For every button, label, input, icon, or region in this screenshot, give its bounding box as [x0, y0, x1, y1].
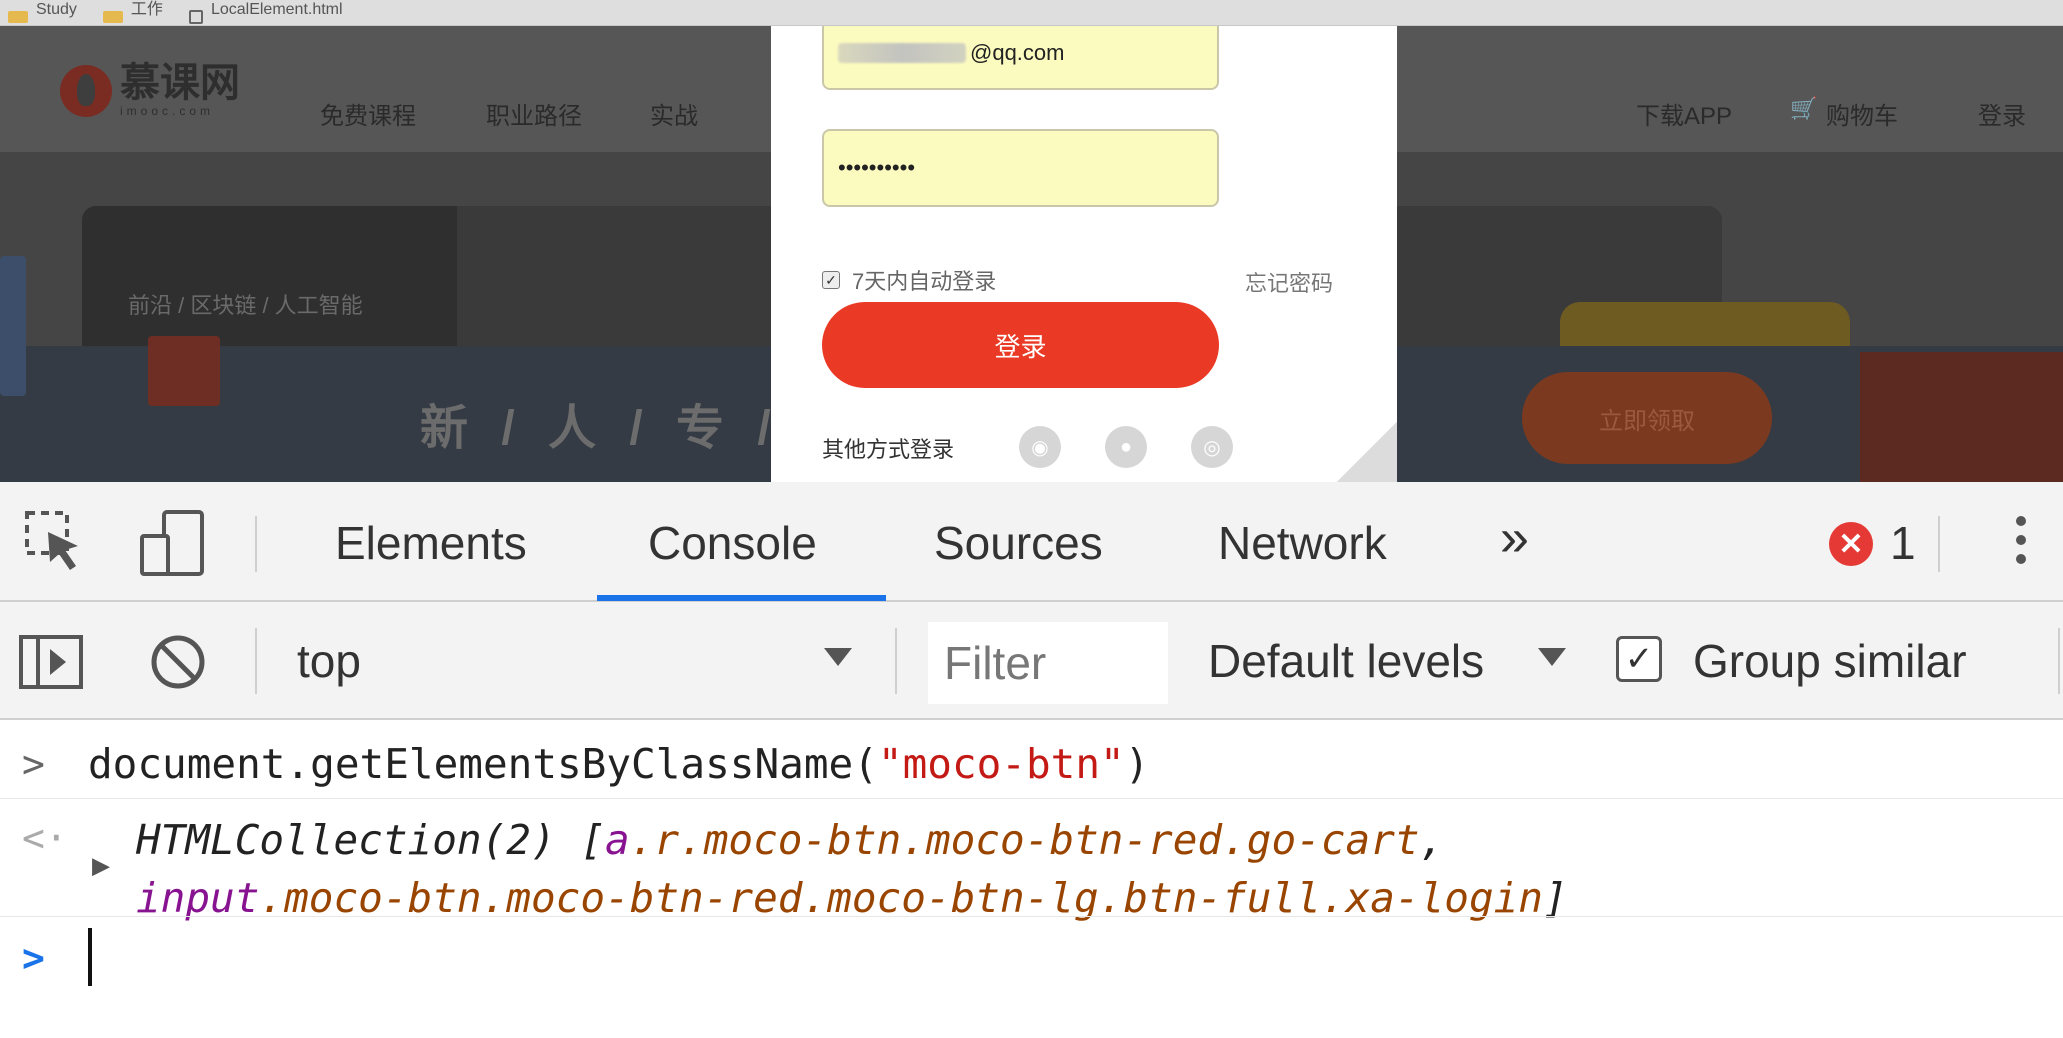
- text-cursor: [88, 928, 92, 986]
- result-arrow-icon: <·: [22, 816, 68, 860]
- console-output[interactable]: > document.getElementsByClassName("moco-…: [0, 720, 2063, 1038]
- devtools-tab-bar: Elements Console Sources Network » ✕ 1: [0, 482, 2063, 602]
- flame-logo-icon: [60, 65, 112, 117]
- dropdown-arrow-icon[interactable]: [822, 646, 854, 673]
- bookmarks-bar: Study 工作 LocalElement.html: [0, 0, 2063, 26]
- divider: [895, 628, 897, 694]
- weibo-icon[interactable]: ◎: [1191, 426, 1233, 468]
- console-toolbar: top Filter Default levels ✓ Group simila…: [0, 602, 2063, 720]
- logo-text: 慕课网: [120, 61, 240, 105]
- nav-login[interactable]: 登录: [1978, 96, 2026, 131]
- divider: [255, 516, 257, 572]
- divider: [2058, 628, 2060, 694]
- more-tabs-icon[interactable]: »: [1500, 508, 1529, 568]
- result-line-2[interactable]: input.moco-btn.moco-btn-red.moco-btn-lg.…: [136, 874, 1568, 922]
- divider: [255, 628, 257, 694]
- tab-network[interactable]: Network: [1218, 516, 1387, 570]
- item2-classes: .moco-btn.moco-btn-red.moco-btn-lg.btn-f…: [259, 874, 1543, 922]
- remember-label: 7天内自动登录: [852, 269, 997, 294]
- context-selector[interactable]: top: [297, 634, 361, 688]
- bookmark-local-element[interactable]: LocalElement.html: [188, 0, 343, 25]
- group-similar-label: Group similar: [1693, 635, 1967, 687]
- collection-head: HTMLCollection(2) [: [136, 816, 605, 864]
- collection-tail: ]: [1543, 874, 1568, 922]
- banner-claim-button[interactable]: 立即领取: [1522, 372, 1772, 464]
- bookmark-study[interactable]: Study: [8, 0, 77, 25]
- banner-category[interactable]: 前沿 / 区块链 / 人工智能: [128, 288, 363, 320]
- tab-console[interactable]: Console: [648, 516, 817, 570]
- more-options-icon[interactable]: [2016, 516, 2028, 573]
- item1-tag: a: [605, 816, 630, 864]
- console-command: document.getElementsByClassName("moco-bt…: [88, 740, 1149, 788]
- inspect-element-icon[interactable]: [24, 510, 86, 579]
- tab-elements[interactable]: Elements: [335, 516, 527, 570]
- nav-download-app[interactable]: 下载APP: [1636, 96, 1732, 131]
- nav-cart[interactable]: 购物车: [1826, 96, 1898, 131]
- error-count[interactable]: 1: [1890, 516, 1916, 570]
- devtools-panel: Elements Console Sources Network » ✕ 1 t…: [0, 482, 2063, 1038]
- item-comma: ,: [1419, 816, 1445, 864]
- wechat-icon[interactable]: ●: [1105, 426, 1147, 468]
- divider: [1938, 516, 1940, 572]
- email-field[interactable]: @qq.com: [822, 26, 1219, 90]
- password-mask: ••••••••••: [838, 155, 916, 180]
- error-icon[interactable]: ✕: [1829, 522, 1873, 566]
- banner-decoration-right: [1860, 352, 2063, 482]
- command-string: "moco-btn": [877, 740, 1125, 788]
- cart-icon[interactable]: 🛒: [1790, 96, 1817, 122]
- qr-corner-icon[interactable]: [1337, 422, 1397, 482]
- remember-checkbox[interactable]: ✓: [822, 271, 840, 289]
- nav-free-courses[interactable]: 免费课程: [320, 96, 416, 131]
- row-divider: [0, 798, 2063, 799]
- active-prompt-icon: >: [22, 936, 45, 980]
- folder-icon: [102, 11, 123, 23]
- logo-subtext: imooc.com: [120, 104, 215, 118]
- clear-console-icon[interactable]: [148, 632, 208, 697]
- nav-practice[interactable]: 实战: [650, 96, 698, 131]
- row-divider: [0, 916, 2063, 917]
- item2-tag: input: [136, 874, 260, 922]
- bookmark-label: LocalElement.html: [210, 1, 343, 18]
- input-prompt-icon: >: [22, 742, 45, 786]
- group-similar-checkbox[interactable]: ✓: [1616, 636, 1662, 682]
- remember-me[interactable]: ✓ 7天内自动登录: [822, 264, 996, 296]
- login-modal: @qq.com •••••••••• ✓ 7天内自动登录 忘记密码 登录 其他方…: [771, 26, 1397, 482]
- expand-triangle-icon[interactable]: ▶: [92, 848, 110, 883]
- command-text: document.getElementsByClassName(: [88, 740, 878, 788]
- other-login-label: 其他方式登录: [822, 437, 955, 462]
- bookmark-label: Study: [36, 1, 77, 18]
- filter-input[interactable]: Filter: [928, 622, 1168, 704]
- device-toolbar-icon[interactable]: [138, 508, 208, 583]
- login-button[interactable]: 登录: [822, 302, 1219, 388]
- result-line-1[interactable]: HTMLCollection(2) [a.r.moco-btn.moco-btn…: [136, 816, 1444, 864]
- default-levels-dropdown[interactable]: Default levels: [1208, 634, 1484, 688]
- person-decoration: [0, 256, 26, 396]
- password-field[interactable]: ••••••••••: [822, 129, 1219, 207]
- folder-icon: [8, 11, 28, 23]
- levels-dropdown-arrow-icon[interactable]: [1536, 646, 1568, 673]
- item1-classes: .r.moco-btn.moco-btn-red.go-cart: [629, 816, 1420, 864]
- site-logo[interactable]: 慕课网 imooc.com: [60, 61, 240, 118]
- email-suffix: @qq.com: [970, 40, 1065, 65]
- active-tab-indicator: [597, 595, 886, 601]
- command-close: ): [1124, 740, 1150, 788]
- blurred-username: [838, 43, 966, 63]
- forgot-password-link[interactable]: 忘记密码: [1245, 266, 1333, 298]
- tab-sources[interactable]: Sources: [934, 516, 1103, 570]
- gift-decoration: [148, 336, 220, 406]
- qq-icon[interactable]: ◉: [1019, 426, 1061, 468]
- page-icon: [188, 10, 203, 24]
- show-sidebar-icon[interactable]: [18, 634, 84, 695]
- bookmark-work[interactable]: 工作: [102, 0, 163, 25]
- nav-career-paths[interactable]: 职业路径: [486, 96, 582, 131]
- bookmark-label: 工作: [130, 1, 163, 18]
